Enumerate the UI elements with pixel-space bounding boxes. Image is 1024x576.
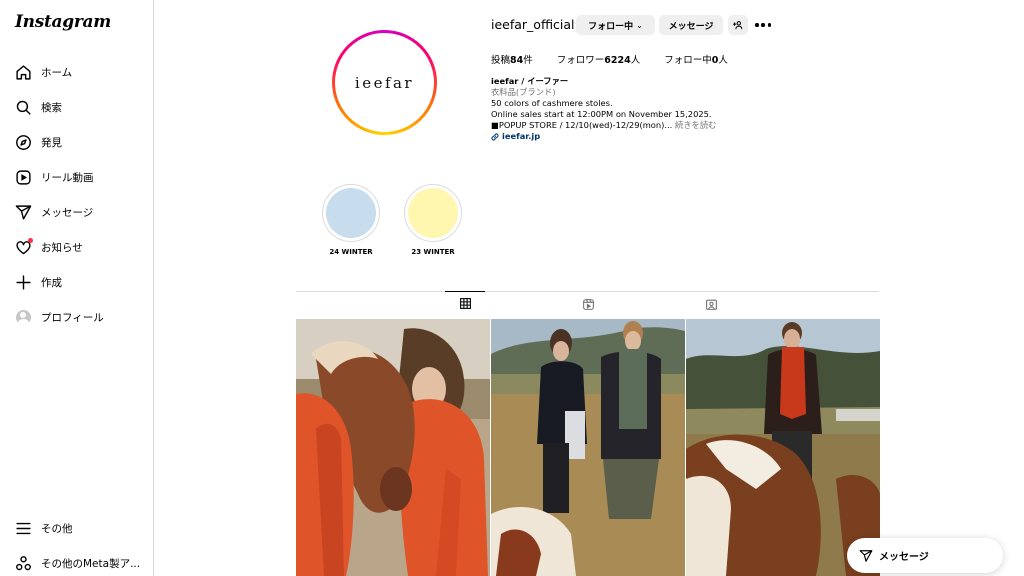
avatar-logo-text: ieefar: [354, 73, 415, 92]
sidebar-item-home[interactable]: ホーム: [14, 60, 72, 84]
sidebar-item-create[interactable]: 作成: [14, 270, 62, 294]
avatar: [15, 309, 31, 325]
sidebar-item-reels[interactable]: リール動画: [14, 165, 94, 189]
profile-username: ieefar_official: [491, 17, 575, 32]
profile-bio: ieefar / イーファー 衣料品(ブランド) 50 colors of ca…: [491, 76, 791, 142]
sidebar-item-explore[interactable]: 発見: [14, 130, 62, 154]
compass-icon: [14, 133, 32, 151]
profile-avatar[interactable]: ieefar: [332, 30, 437, 135]
menu-icon: [14, 519, 32, 537]
read-more-link[interactable]: 続きを読む: [675, 120, 717, 130]
grid-icon: [459, 298, 471, 309]
sidebar-item-label: 検索: [41, 101, 62, 114]
highlight-cover: [408, 188, 458, 238]
plus-icon: [14, 273, 32, 291]
message-button[interactable]: メッセージ: [659, 15, 723, 35]
sidebar-item-search[interactable]: 検索: [14, 95, 62, 119]
post-photo-man-red-scarf: [686, 319, 880, 576]
tab-tagged[interactable]: [691, 292, 731, 316]
sidebar-item-more[interactable]: その他: [14, 516, 73, 540]
sidebar-item-label: プロフィール: [41, 311, 104, 324]
sidebar-item-notifications[interactable]: お知らせ: [14, 235, 83, 259]
post-photo-two-models-field: [491, 319, 685, 576]
tagged-icon: [705, 299, 717, 310]
home-icon: [14, 63, 32, 81]
link-icon: [491, 133, 499, 140]
bio-line: Online sales start at 12:00PM on Novembe…: [491, 109, 712, 119]
suggest-users-button[interactable]: [728, 15, 748, 35]
tab-reels[interactable]: [568, 292, 608, 316]
sidebar-item-label: その他: [41, 522, 73, 535]
search-icon: [14, 98, 32, 116]
highlight-label: 23 WINTER: [411, 248, 455, 256]
post-thumbnail[interactable]: [296, 319, 490, 576]
post-thumbnail[interactable]: [686, 319, 880, 576]
highlight-label: 24 WINTER: [329, 248, 373, 256]
instagram-logo[interactable]: Instagram: [15, 12, 111, 32]
sidebar: Instagram ホーム 検索 発見 リール動画 メッセージ お知らせ 作成 …: [0, 0, 154, 576]
bio-name: ieefar / イーファー: [491, 76, 569, 86]
reels-icon: [14, 168, 32, 186]
following-button[interactable]: フォロー中 ⌄: [576, 15, 655, 35]
bio-website-link[interactable]: ieefar.jp: [491, 131, 791, 142]
sidebar-item-messages[interactable]: メッセージ: [14, 200, 93, 224]
bio-line: ■POPUP STORE / 12/10(wed)-12/29(mon)... …: [491, 120, 717, 130]
bio-category: 衣料品(ブランド): [491, 87, 556, 97]
chevron-down-icon: ⌄: [636, 20, 643, 30]
notification-dot: [28, 238, 33, 243]
sidebar-item-label: その他のMeta製ア...: [41, 557, 141, 570]
highlight-cover: [326, 188, 376, 238]
followers-count[interactable]: フォロワー6224人: [557, 52, 640, 66]
reels-icon: [582, 298, 594, 310]
sidebar-item-label: ホーム: [41, 66, 73, 79]
post-thumbnail[interactable]: [491, 319, 685, 576]
post-photo-woman-horse: [296, 319, 490, 576]
paper-plane-icon: [14, 203, 32, 221]
sidebar-item-meta-apps[interactable]: その他のMeta製ア...: [14, 551, 140, 575]
more-options-icon[interactable]: [755, 18, 771, 32]
bio-line: 50 colors of cashmere stoles.: [491, 98, 613, 108]
heart-icon: [14, 238, 33, 256]
story-highlight[interactable]: 23 WINTER: [403, 184, 463, 256]
floating-messages-button[interactable]: メッセージ: [847, 538, 1003, 573]
profile-stats: 投稿84件 フォロワー6224人 フォロー中0人: [491, 52, 752, 66]
meta-apps-icon: [14, 554, 32, 572]
tab-posts[interactable]: [445, 291, 485, 315]
sidebar-item-label: メッセージ: [41, 206, 94, 219]
posts-count: 投稿84件: [491, 55, 533, 66]
paper-plane-icon: [859, 549, 873, 562]
following-count[interactable]: フォロー中0人: [664, 52, 728, 66]
sidebar-item-label: 発見: [41, 136, 62, 149]
add-user-icon: [733, 21, 743, 30]
sidebar-item-label: 作成: [41, 276, 62, 289]
story-highlight[interactable]: 24 WINTER: [321, 184, 381, 256]
sidebar-item-label: お知らせ: [41, 241, 83, 254]
sidebar-item-profile[interactable]: プロフィール: [14, 305, 104, 329]
sidebar-item-label: リール動画: [41, 171, 94, 184]
